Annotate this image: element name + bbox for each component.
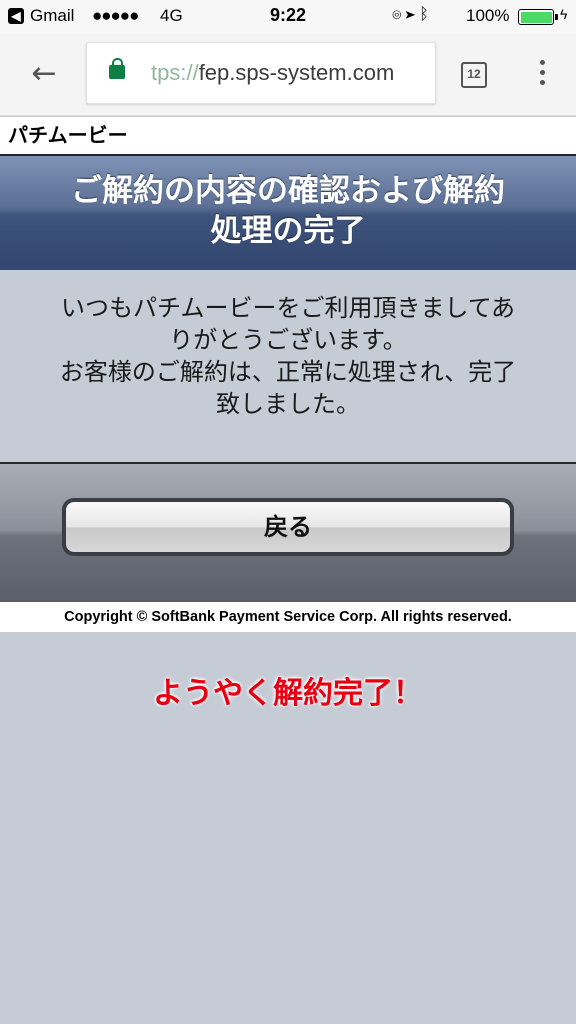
back-button[interactable]: 戻る: [62, 498, 514, 556]
orientation-lock-icon: ◎: [392, 6, 406, 23]
back-arrow-icon[interactable]: ←: [26, 56, 62, 92]
message-line: いつもパチムービーをご利用頂きましてあ: [60, 294, 516, 322]
button-area: 戻る: [0, 462, 576, 602]
message-line: お客様のご解約は、正常に処理され、完了: [59, 358, 517, 386]
charging-icon: ϟ: [560, 6, 568, 22]
page-title-line2: 処理の完了: [210, 213, 366, 249]
copyright: Copyright © SoftBank Payment Service Cor…: [0, 602, 576, 632]
page-title-line1: ご解約の内容の確認および解約: [71, 173, 505, 209]
page-title: ご解約の内容の確認および解約 処理の完了: [0, 154, 576, 270]
status-bar: ◀ Gmail ●●●●● 4G 9:22 ◎➤ᛒ 100% ϟ: [0, 0, 576, 34]
address-bar[interactable]: tps://fep.sps-system.com: [86, 42, 436, 104]
tab-switcher-button[interactable]: 12: [461, 62, 487, 88]
battery-icon: [518, 9, 558, 25]
url-scheme: tps://: [151, 60, 199, 85]
bluetooth-icon: ᛒ: [419, 6, 433, 23]
overflow-menu-icon[interactable]: [530, 60, 554, 90]
annotation-caption: ようやく解約完了！: [153, 676, 423, 711]
status-icons: ◎➤ᛒ: [392, 6, 433, 24]
url-text[interactable]: tps://fep.sps-system.com: [151, 60, 394, 86]
browser-toolbar: ← tps://fep.sps-system.com 12: [0, 34, 576, 116]
message-line: 致しました。: [216, 390, 360, 418]
url-host: fep.sps-system.com: [198, 60, 395, 85]
lock-icon[interactable]: [109, 58, 125, 79]
battery-percent: 100%: [466, 6, 510, 25]
location-icon: ➤: [405, 6, 420, 23]
message-line: りがとうございます。: [169, 326, 407, 354]
site-name: パチムービー: [0, 117, 576, 154]
completion-message: いつもパチムービーをご利用頂きましてあ りがとうございます。 お客様のご解約は、…: [0, 270, 576, 462]
battery-level: [520, 11, 552, 23]
